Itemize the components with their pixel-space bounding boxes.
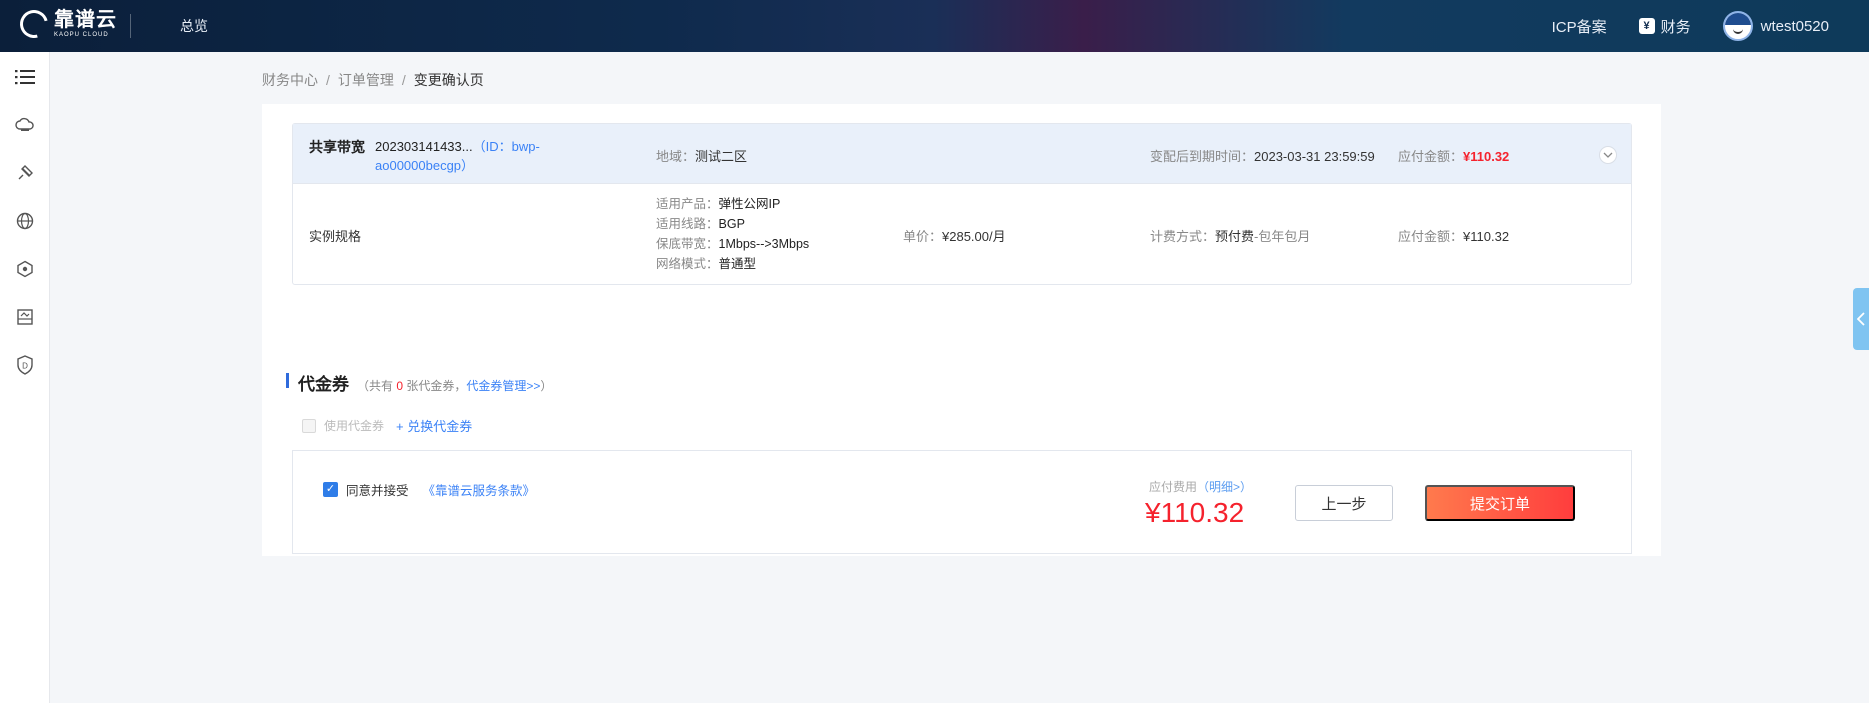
use-voucher-label: 使用代金券 [324,419,385,433]
unit-price-value: ¥285.00/月 [942,229,1006,244]
fee-label: 应付费用 [1149,480,1198,494]
payable-info: 应付金额：¥110.32 [1398,146,1509,165]
globe-icon[interactable] [13,209,37,233]
cloud-host-icon[interactable] [13,113,37,137]
voucher-title: 代金券 [298,375,349,394]
unit-price-info: 单价：¥285.00/月 [903,226,1006,245]
fee-detail-link[interactable]: （明细>） [1197,480,1252,494]
expire-value: 2023-03-31 23:59:59 [1254,149,1375,164]
region-value: 测试二区 [695,149,748,164]
spec-list: 适用产品：弹性公网IP 适用线路：BGP 保底带宽：1Mbps-->3Mbps … [656,194,809,274]
submit-order-button[interactable]: 提交订单 [1425,485,1575,521]
spec-item-value: 1Mbps-->3Mbps [718,237,810,251]
terms-link[interactable]: 《靠谱云服务条款》 [423,480,536,499]
chevron-left-icon [1857,312,1865,326]
network-node-icon[interactable] [13,257,37,281]
logo-text: 靠谱云 KAOPU CLOUD [54,10,117,38]
spec-item: 适用线路：BGP [656,214,809,234]
use-voucher-row: 使用代金券 + 兑换代金券 [302,416,472,435]
icp-filing-link[interactable]: ICP备案 [1552,16,1607,37]
spec-item-value: BGP [718,217,745,231]
order-identifier: 202303141433...（ID：bwp-ao00000becgp） [375,137,565,175]
finance-link[interactable]: ¥ 财务 [1638,16,1691,37]
use-voucher-checkbox[interactable] [302,418,316,433]
product-type: 共享带宽 [309,139,365,155]
nav-overview-link[interactable]: 总览 [180,16,208,36]
region-info: 地域：测试二区 [656,146,747,165]
satellite-icon[interactable] [13,161,37,185]
voucher-summary-prefix: （共有 [357,379,397,393]
svg-text:D: D [22,362,28,371]
breadcrumb-separator: / [326,72,330,88]
voucher-summary: （共有 0 张代金券，代金券管理>>） [357,377,552,394]
spec-item-value: 普通型 [718,257,757,271]
list-icon[interactable] [13,65,37,89]
previous-step-button[interactable]: 上一步 [1295,485,1393,521]
logo-subtitle: KAOPU CLOUD [54,32,109,38]
spec-item: 适用产品：弹性公网IP [656,194,809,214]
confirm-box: ✓ 同意并接受 《靠谱云服务条款》 应付费用（明细>） ¥110.32 上一步 … [292,450,1632,554]
spec-item-label: 适用线路： [656,217,719,231]
order-number: 202303141433... [375,139,473,154]
collapse-panel-tab[interactable] [1853,288,1869,350]
breadcrumb-separator: / [401,72,406,88]
spec-item-label: 网络模式： [656,257,719,271]
fee-amount: ¥110.32 [1145,497,1245,528]
breadcrumb-current: 变更确认页 [413,72,484,88]
order-header-row: 共享带宽 202303141433...（ID：bwp-ao00000becgp… [293,124,1631,184]
storage-icon[interactable] [13,305,37,329]
section-accent-bar [286,373,289,388]
voucher-summary-mid: 张代金券， [403,379,467,393]
expire-label: 变配后到期时间： [1150,149,1255,164]
spec-item: 保底带宽：1Mbps-->3Mbps [656,234,809,254]
spec-label: 实例规格 [309,229,362,244]
exchange-voucher-link[interactable]: + 兑换代金券 [396,416,472,435]
logo[interactable]: 靠谱云 KAOPU CLOUD [14,4,117,44]
yen-icon: ¥ [1638,18,1655,34]
expire-info: 变配后到期时间：2023-03-31 23:59:59 [1150,146,1375,165]
logo-mark-icon [14,4,54,44]
breadcrumb: 财务中心 / 订单管理 / 变更确认页 [262,70,484,90]
spec-payable-label: 应付金额： [1398,229,1464,244]
order-confirm-card: 共享带宽 202303141433...（ID：bwp-ao00000becgp… [262,104,1661,556]
shield-d-icon[interactable]: D [13,353,37,377]
breadcrumb-order-management[interactable]: 订单管理 [338,72,394,88]
user-menu[interactable]: wtest0520 [1722,11,1829,41]
spec-payable-info: 应付金额：¥110.32 [1398,226,1509,245]
finance-label: 财务 [1660,18,1691,36]
agree-terms-row: ✓ 同意并接受 《靠谱云服务条款》 [323,480,535,499]
spec-payable-amount: ¥110.32 [1463,229,1510,244]
voucher-manage-link[interactable]: 代金券管理>> [466,379,540,393]
unit-price-label: 单价： [903,229,943,244]
username: wtest0520 [1760,17,1829,35]
spec-item-value: 弹性公网IP [718,197,781,211]
payable-label: 应付金额： [1398,149,1464,164]
spec-item-label: 适用产品： [656,197,719,211]
sidebar: D [0,52,50,703]
top-navigation-bar: 靠谱云 KAOPU CLOUD 总览 ICP备案 ¥ 财务 wtest0520 [0,0,1869,52]
voucher-summary-suffix: ） [540,379,553,393]
avatar [1722,11,1753,41]
spec-item: 网络模式：普通型 [656,254,809,274]
fee-label-row: 应付费用（明细>） [1149,478,1252,495]
billing-sub: -包年包月 [1254,229,1311,244]
header-divider [130,14,131,38]
logo-name: 靠谱云 [54,9,117,31]
billing-main: 预付费 [1215,229,1255,244]
chevron-down-icon[interactable] [1599,146,1617,164]
voucher-section-title: 代金券 （共有 0 张代金券，代金券管理>>） [286,370,552,395]
billing-label: 计费方式： [1150,229,1216,244]
header-right-menu: ICP备案 ¥ 财务 wtest0520 [1552,0,1829,52]
region-label: 地域： [656,149,696,164]
agree-label: 同意并接受 [346,484,409,498]
agree-checkbox[interactable]: ✓ [323,482,338,497]
payable-amount: ¥110.32 [1463,149,1510,164]
order-detail-box: 共享带宽 202303141433...（ID：bwp-ao00000becgp… [292,123,1632,285]
spec-item-label: 保底带宽： [656,237,719,251]
billing-info: 计费方式：预付费-包年包月 [1150,226,1310,245]
breadcrumb-finance-center[interactable]: 财务中心 [262,72,318,88]
